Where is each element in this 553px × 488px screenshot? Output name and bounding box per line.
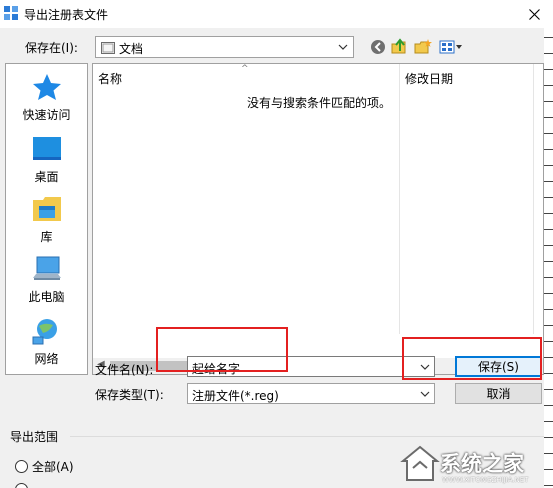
new-folder-button[interactable] — [413, 38, 433, 56]
save-button[interactable]: 保存(S) — [455, 356, 542, 377]
house-logo-icon — [400, 445, 440, 481]
watermark-text: 系统之家 — [440, 452, 524, 476]
column-divider[interactable] — [399, 64, 400, 334]
column-header-modified[interactable]: 修改日期 — [405, 70, 453, 87]
place-label: 库 — [40, 230, 53, 244]
place-quick-access[interactable]: 快速访问 — [6, 72, 87, 123]
background-window-edge — [544, 28, 553, 488]
network-icon — [32, 319, 57, 345]
group-divider — [70, 436, 544, 437]
filename-label: 文件名(N): — [95, 363, 154, 377]
watermark-url: WWW.XITONGZHIJIA.NET — [442, 476, 529, 484]
place-desktop[interactable]: 桌面 — [6, 134, 87, 185]
cancel-button[interactable]: 取消 — [455, 383, 542, 404]
save-in-label: 保存在(I): — [25, 41, 78, 55]
filetype-select[interactable]: 注册文件(*.reg) — [187, 383, 435, 404]
export-dialog: 保存在(I): 文档 快速访问 桌面 库 此电脑 网络 ^ 名称 修改日期 没有… — [0, 28, 544, 488]
filename-value[interactable]: 起给名字 — [192, 360, 240, 377]
up-folder-icon — [391, 38, 406, 54]
column-divider[interactable] — [533, 64, 534, 334]
radio-button[interactable] — [15, 460, 28, 473]
place-this-pc[interactable]: 此电脑 — [6, 254, 87, 305]
up-folder-button[interactable] — [390, 38, 410, 56]
save-in-value: 文档 — [119, 42, 144, 56]
sort-up-icon: ^ — [241, 64, 249, 74]
desktop-icon — [32, 137, 61, 160]
chevron-down-icon — [420, 391, 430, 397]
save-in-combo[interactable]: 文档 — [95, 36, 354, 58]
view-menu-button[interactable] — [438, 38, 464, 56]
title-bar: 导出注册表文件 — [0, 0, 553, 28]
back-button[interactable] — [368, 38, 388, 56]
view-menu-icon — [439, 40, 462, 54]
library-icon — [32, 197, 61, 221]
computer-icon — [32, 256, 61, 280]
place-label: 快速访问 — [22, 108, 71, 122]
watermark: 系统之家 WWW.XITONGZHIJIA.NET — [400, 438, 550, 488]
radio-button[interactable] — [15, 483, 28, 488]
chevron-down-icon[interactable] — [420, 360, 430, 374]
place-label: 此电脑 — [28, 290, 65, 304]
chevron-down-icon — [338, 44, 348, 50]
file-list[interactable]: ^ 名称 修改日期 没有与搜索条件匹配的项。 ◀ ▶ — [92, 63, 544, 375]
place-library[interactable]: 库 — [6, 194, 87, 245]
star-icon — [32, 74, 61, 100]
registry-icon — [4, 6, 18, 20]
close-button[interactable] — [516, 0, 553, 28]
radio-all[interactable]: 全部(A) — [15, 458, 74, 475]
back-arrow-icon — [371, 40, 385, 54]
documents-folder-icon — [101, 42, 115, 54]
place-network[interactable]: 网络 — [6, 316, 87, 367]
filename-input[interactable]: 起给名字 — [187, 356, 435, 377]
empty-message: 没有与搜索条件匹配的项。 — [247, 96, 392, 110]
radio-branch-partial[interactable] — [15, 483, 28, 488]
radio-all-label: 全部(A) — [32, 460, 74, 474]
filetype-value: 注册文件(*.reg) — [192, 389, 279, 403]
window-title: 导出注册表文件 — [24, 8, 109, 22]
places-bar: 快速访问 桌面 库 此电脑 网络 — [5, 63, 88, 375]
filetype-label: 保存类型(T): — [95, 388, 164, 402]
place-label: 网络 — [34, 352, 59, 366]
close-icon — [529, 8, 540, 20]
export-range-title: 导出范围 — [10, 430, 59, 444]
column-header-name[interactable]: 名称 — [98, 70, 122, 87]
new-folder-icon — [414, 39, 432, 54]
place-label: 桌面 — [34, 170, 59, 184]
